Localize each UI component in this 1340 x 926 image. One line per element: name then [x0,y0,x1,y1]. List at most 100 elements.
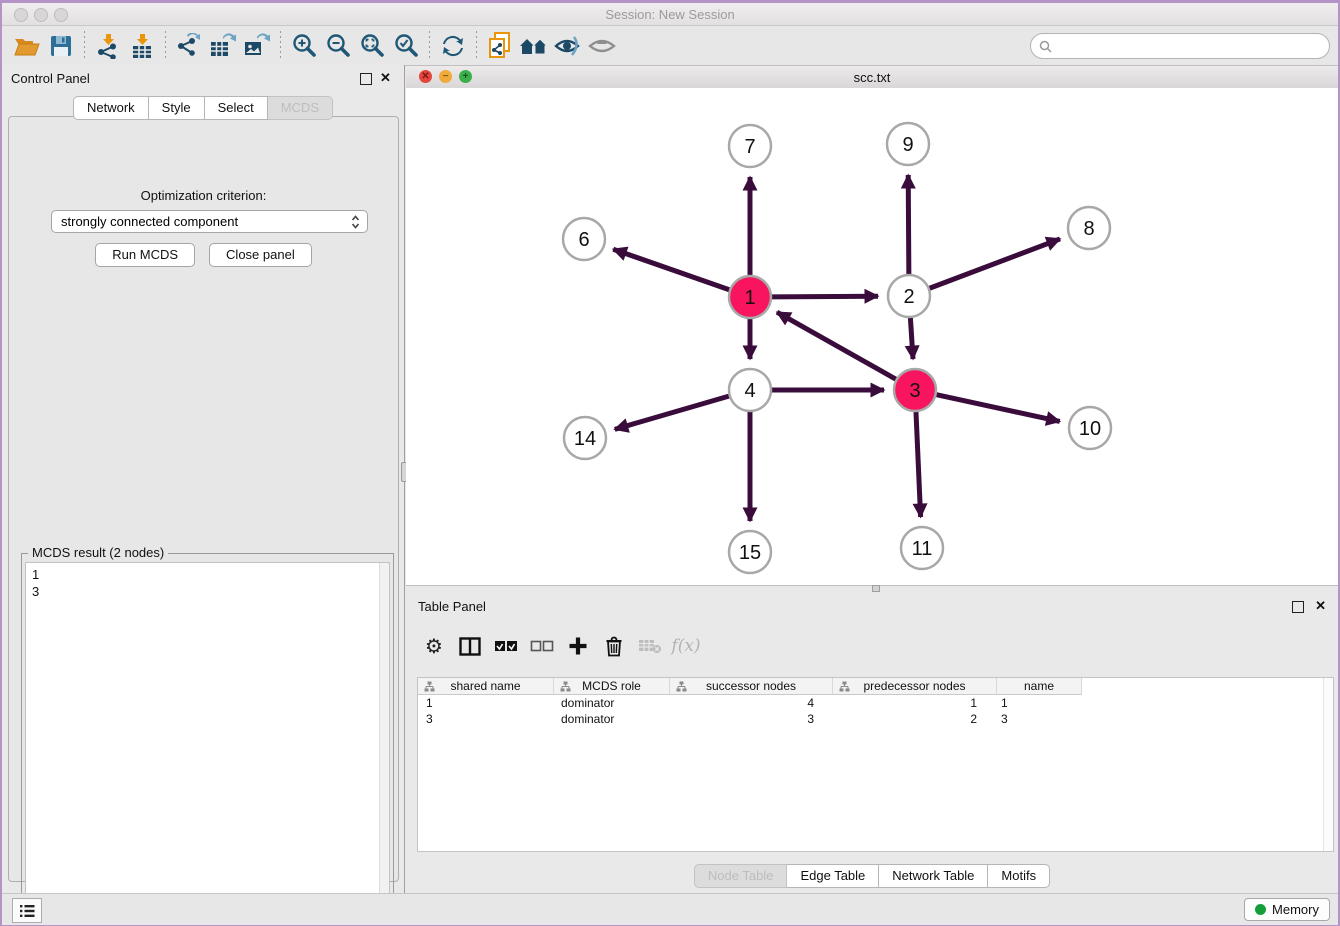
table-cell[interactable]: dominator [553,711,668,727]
open-session-button[interactable] [10,30,44,62]
control-panel-header: Control Panel ✕ [2,65,404,91]
tab-node-table[interactable]: Node Table [694,864,788,888]
search-icon [1039,40,1052,53]
tab-edge-table[interactable]: Edge Table [787,864,879,888]
node-label-10: 10 [1079,418,1101,440]
table-cell[interactable]: 3 [418,711,553,727]
column-label: predecessor nodes [863,679,965,693]
close-table-panel-icon[interactable]: ✕ [1315,598,1326,614]
clone-network-button[interactable] [483,30,517,62]
network-canvas[interactable]: 7968124314101511 [406,88,1338,586]
search-input[interactable] [1057,38,1329,55]
create-column-button[interactable] [560,630,596,662]
float-table-panel-icon[interactable] [1292,601,1304,613]
network-window-bottom-edge [406,585,1338,593]
export-table-button[interactable] [206,30,240,62]
import-table-button[interactable] [125,30,159,62]
zoom-out-button[interactable] [321,30,355,62]
show-columns-button[interactable] [452,630,488,662]
edge-3-10[interactable] [936,395,1059,422]
node-label-6: 6 [578,229,589,251]
edge-3-1[interactable] [777,312,896,379]
first-neighbors-button[interactable] [517,30,551,62]
table-options-button[interactable]: ⚙ [416,630,452,662]
table-panel-tabbar: Node TableEdge TableNetwork TableMotifs [406,864,1338,888]
tab-network[interactable]: Network [73,96,149,120]
edge-2-3[interactable] [910,318,913,359]
float-panel-icon[interactable] [360,73,372,85]
tab-style[interactable]: Style [149,96,205,120]
column-label: name [1024,679,1054,693]
select-all-rows-button[interactable] [488,630,524,662]
delete-columns-button[interactable] [596,630,632,662]
memory-button[interactable]: Memory [1244,898,1330,921]
save-session-button[interactable] [44,30,78,62]
table-scrollbar[interactable] [1323,678,1333,851]
export-network-button[interactable] [172,30,206,62]
column-header-MCDS-role[interactable]: MCDS role [554,678,670,695]
table-row[interactable]: 1dominator411 [418,695,1333,711]
mcds-result-area[interactable]: 1 3 [25,562,390,919]
result-scrollbar[interactable] [379,563,389,918]
list-icon [19,904,35,918]
column-header-name[interactable]: name [997,678,1082,695]
edge-1-2[interactable] [772,296,878,297]
import-table-icon [130,33,154,59]
toolbar-separator [280,31,281,61]
tab-select[interactable]: Select [205,96,268,120]
table-row[interactable]: 3dominator323 [418,711,1333,727]
network-view-window: ✕ − + scc.txt 7968124314101511 [406,66,1338,593]
column-header-successor-nodes[interactable]: successor nodes [670,678,833,695]
tab-mcds[interactable]: MCDS [268,96,333,120]
session-title: Session: New Session [2,7,1338,22]
hide-graphics-details-button[interactable] [551,30,585,62]
export-image-button[interactable] [240,30,274,62]
dropdown-chevrons-icon [351,215,360,229]
table-cell[interactable]: 4 [668,695,830,711]
edge-2-8[interactable] [930,239,1060,288]
table-cell[interactable]: 2 [830,711,993,727]
tab-network-table[interactable]: Network Table [879,864,988,888]
import-network-button[interactable] [91,30,125,62]
control-panel: Control Panel ✕ NetworkStyleSelectMCDS O… [2,65,405,893]
function-builder-button[interactable]: f(x) [668,630,704,662]
table-cell[interactable]: 1 [830,695,993,711]
save-disk-icon [50,35,72,57]
zoom-selected-icon [394,33,419,58]
criterion-dropdown[interactable]: strongly connected component [51,210,368,233]
show-graphics-details-button[interactable] [585,30,619,62]
destroy-table-button[interactable] [632,630,668,662]
network-resize-grip[interactable] [872,585,880,592]
table-panel-title: Table Panel [418,599,486,614]
eye-icon [588,35,616,57]
zoom-selected-button[interactable] [389,30,423,62]
eye-slash-icon [554,35,582,57]
close-panel-button[interactable]: Close panel [209,243,312,267]
edge-3-11[interactable] [916,412,921,517]
node-label-4: 4 [744,380,755,402]
task-history-button[interactable] [12,898,42,923]
close-panel-icon[interactable]: ✕ [380,70,391,86]
zoom-fit-button[interactable] [355,30,389,62]
table-cell[interactable]: dominator [553,695,668,711]
zoom-in-button[interactable] [287,30,321,62]
table-cell[interactable]: 1 [993,695,1077,711]
table-cell[interactable]: 3 [993,711,1077,727]
edge-2-9[interactable] [908,175,909,274]
tab-motifs[interactable]: Motifs [988,864,1050,888]
deselect-all-rows-button[interactable] [524,630,560,662]
column-header-predecessor-nodes[interactable]: predecessor nodes [833,678,997,695]
node-table[interactable]: shared nameMCDS rolesuccessor nodes prede… [417,677,1334,852]
column-header-shared-name[interactable]: shared name [418,678,554,695]
deselect-all-icon [530,640,554,652]
clone-network-icon [488,32,512,59]
table-cell[interactable]: 1 [418,695,553,711]
run-mcds-button[interactable]: Run MCDS [95,243,195,267]
table-cell[interactable]: 3 [668,711,830,727]
search-field[interactable] [1030,33,1330,59]
network-window-titlebar[interactable]: ✕ − + scc.txt [406,66,1338,89]
mcds-panel: Optimization criterion: strongly connect… [8,116,399,882]
apply-layout-button[interactable] [436,30,470,62]
edge-1-6[interactable] [613,249,729,290]
edge-4-14[interactable] [615,396,729,429]
